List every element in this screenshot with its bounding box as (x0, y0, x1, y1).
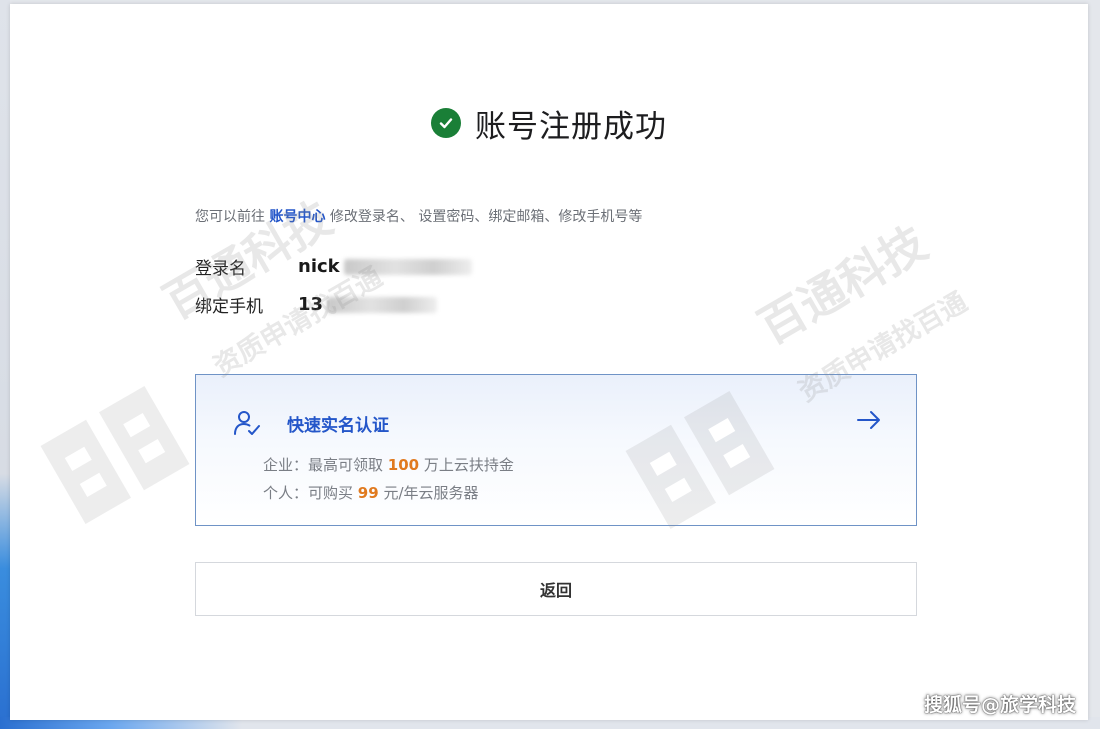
personal-benefit-suffix: 元/年云服务器 (383, 484, 479, 502)
quick-verification-card[interactable]: 快速实名认证 企业：最高可领取 100 万上云扶持金 个人：可购买 99 元/年… (195, 374, 917, 526)
bound-phone-label: 绑定手机 (195, 297, 263, 317)
hint-suffix: 修改登录名、 设置密码、绑定邮箱、修改手机号等 (329, 209, 643, 225)
check-circle-icon (431, 108, 461, 138)
enterprise-benefit-prefix: 企业：最高可领取 (263, 456, 384, 474)
quick-verification-title: 快速实名认证 (287, 416, 389, 436)
personal-benefit: 个人：可购买 99 元/年云服务器 (263, 482, 479, 503)
bound-phone-value: 13 (298, 294, 324, 315)
enterprise-benefit: 企业：最高可领取 100 万上云扶持金 (263, 454, 514, 475)
bound-phone-redaction (327, 296, 438, 313)
login-name-redaction (343, 258, 472, 275)
login-name-label: 登录名 (195, 259, 246, 279)
bound-phone-row: 绑定手机 13 (195, 292, 438, 317)
personal-benefit-prefix: 个人：可购买 (263, 484, 354, 502)
hint-prefix: 您可以前往 (195, 209, 265, 225)
user-check-icon (234, 411, 260, 435)
enterprise-benefit-amount: 100 (387, 456, 420, 474)
registration-success-card: 账号注册成功 您可以前往 账号中心 修改登录名、 设置密码、绑定邮箱、修改手机号… (10, 4, 1088, 720)
login-name-value: nick (298, 256, 340, 277)
background-left-edge (0, 0, 10, 729)
account-center-hint: 您可以前往 账号中心 修改登录名、 设置密码、绑定邮箱、修改手机号等 (195, 206, 642, 226)
enterprise-benefit-suffix: 万上云扶持金 (423, 456, 514, 474)
footer-credit: 搜狐号@旅学科技 (923, 694, 1076, 716)
arrow-right-icon[interactable] (856, 409, 882, 431)
success-header: 账号注册成功 (10, 100, 1088, 146)
page-title: 账号注册成功 (475, 108, 667, 145)
account-center-link[interactable]: 账号中心 (269, 209, 325, 225)
personal-benefit-amount: 99 (357, 484, 379, 502)
login-name-row: 登录名 nick (195, 254, 472, 279)
back-button[interactable]: 返回 (195, 562, 917, 616)
